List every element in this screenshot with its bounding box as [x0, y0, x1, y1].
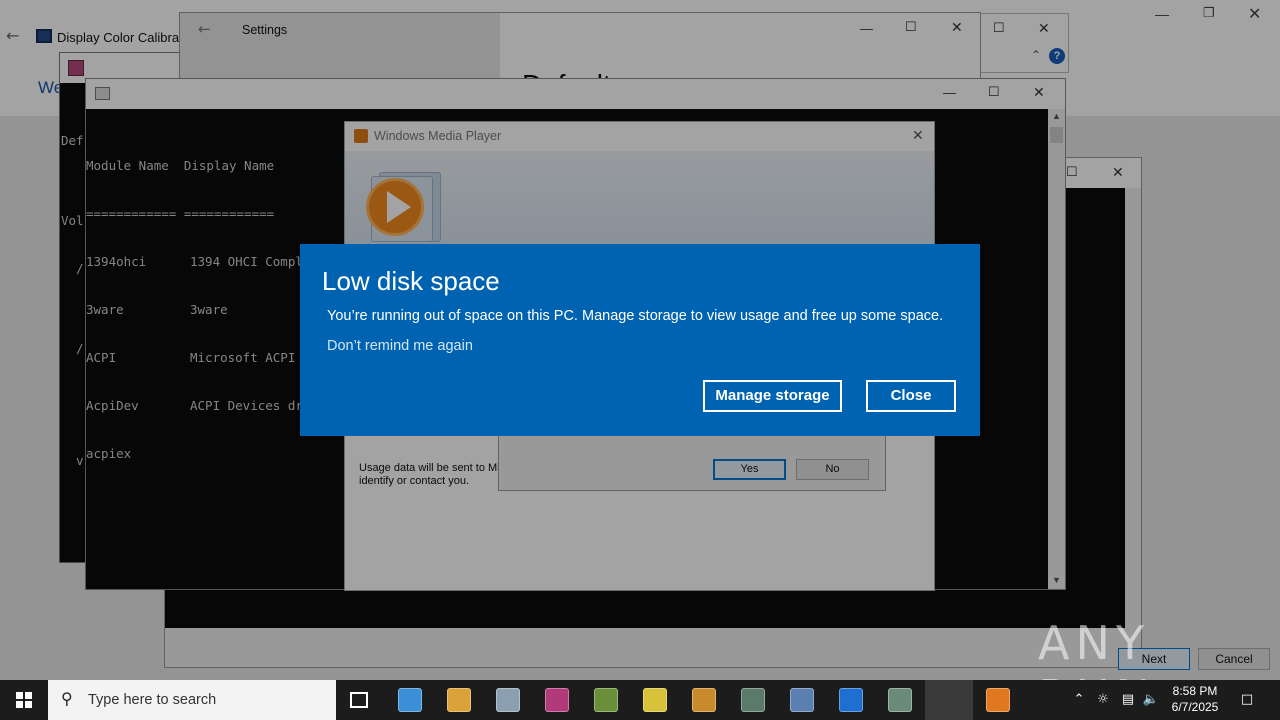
meet-now-icon[interactable]: ☼ — [1093, 680, 1113, 720]
task-view-icon[interactable] — [350, 692, 368, 708]
toast-title: Low disk space — [322, 266, 500, 296]
manage-storage-button[interactable]: Manage storage — [703, 380, 842, 412]
search-icon: ⚲ — [61, 689, 73, 708]
paint-icon[interactable] — [447, 688, 471, 712]
clock[interactable]: 8:58 PM 6/7/2025 — [1164, 680, 1226, 720]
low-disk-space-toast: Low disk space You’re running out of spa… — [300, 244, 980, 436]
taskbar: ⚲ Type here to search ⌃ ☼ ▤ 🔈 8:58 PM 6/… — [0, 680, 1280, 720]
font-icon[interactable] — [594, 688, 618, 712]
network-icon[interactable]: ▤ — [1117, 680, 1139, 720]
media-icon[interactable] — [692, 688, 716, 712]
network-icon[interactable] — [496, 688, 520, 712]
anyrun-watermark: ANY RUN — [1038, 612, 1238, 720]
cmd-icon[interactable] — [741, 688, 765, 712]
notification-icon[interactable]: □ — [1236, 680, 1258, 720]
info-icon[interactable] — [839, 688, 863, 712]
manage-storage-label: Manage storage — [715, 387, 830, 404]
close-label: Close — [890, 387, 932, 404]
chevron-up-icon[interactable]: ⌃ — [1069, 680, 1089, 720]
control-panel-icon[interactable] — [398, 688, 422, 712]
windows-logo-icon — [16, 692, 32, 708]
active-app-highlight — [925, 680, 973, 720]
start-button[interactable] — [0, 680, 48, 720]
volume-icon[interactable]: 🔈 — [1141, 680, 1161, 720]
window-icon[interactable] — [888, 688, 912, 712]
clock-date: 6/7/2025 — [1171, 700, 1219, 714]
search-placeholder: Type here to search — [88, 692, 217, 708]
winrar-icon[interactable] — [545, 688, 569, 712]
dont-remind-link[interactable]: Don’t remind me again — [327, 338, 473, 354]
search-box[interactable]: ⚲ Type here to search — [48, 680, 336, 720]
clock-time: 8:58 PM — [1172, 684, 1218, 698]
notepad-icon[interactable] — [643, 688, 667, 712]
printer-icon[interactable] — [790, 688, 814, 712]
close-button[interactable]: Close — [866, 380, 956, 412]
wmp-icon[interactable] — [986, 688, 1010, 712]
toast-message: You’re running out of space on this PC. … — [327, 308, 944, 324]
